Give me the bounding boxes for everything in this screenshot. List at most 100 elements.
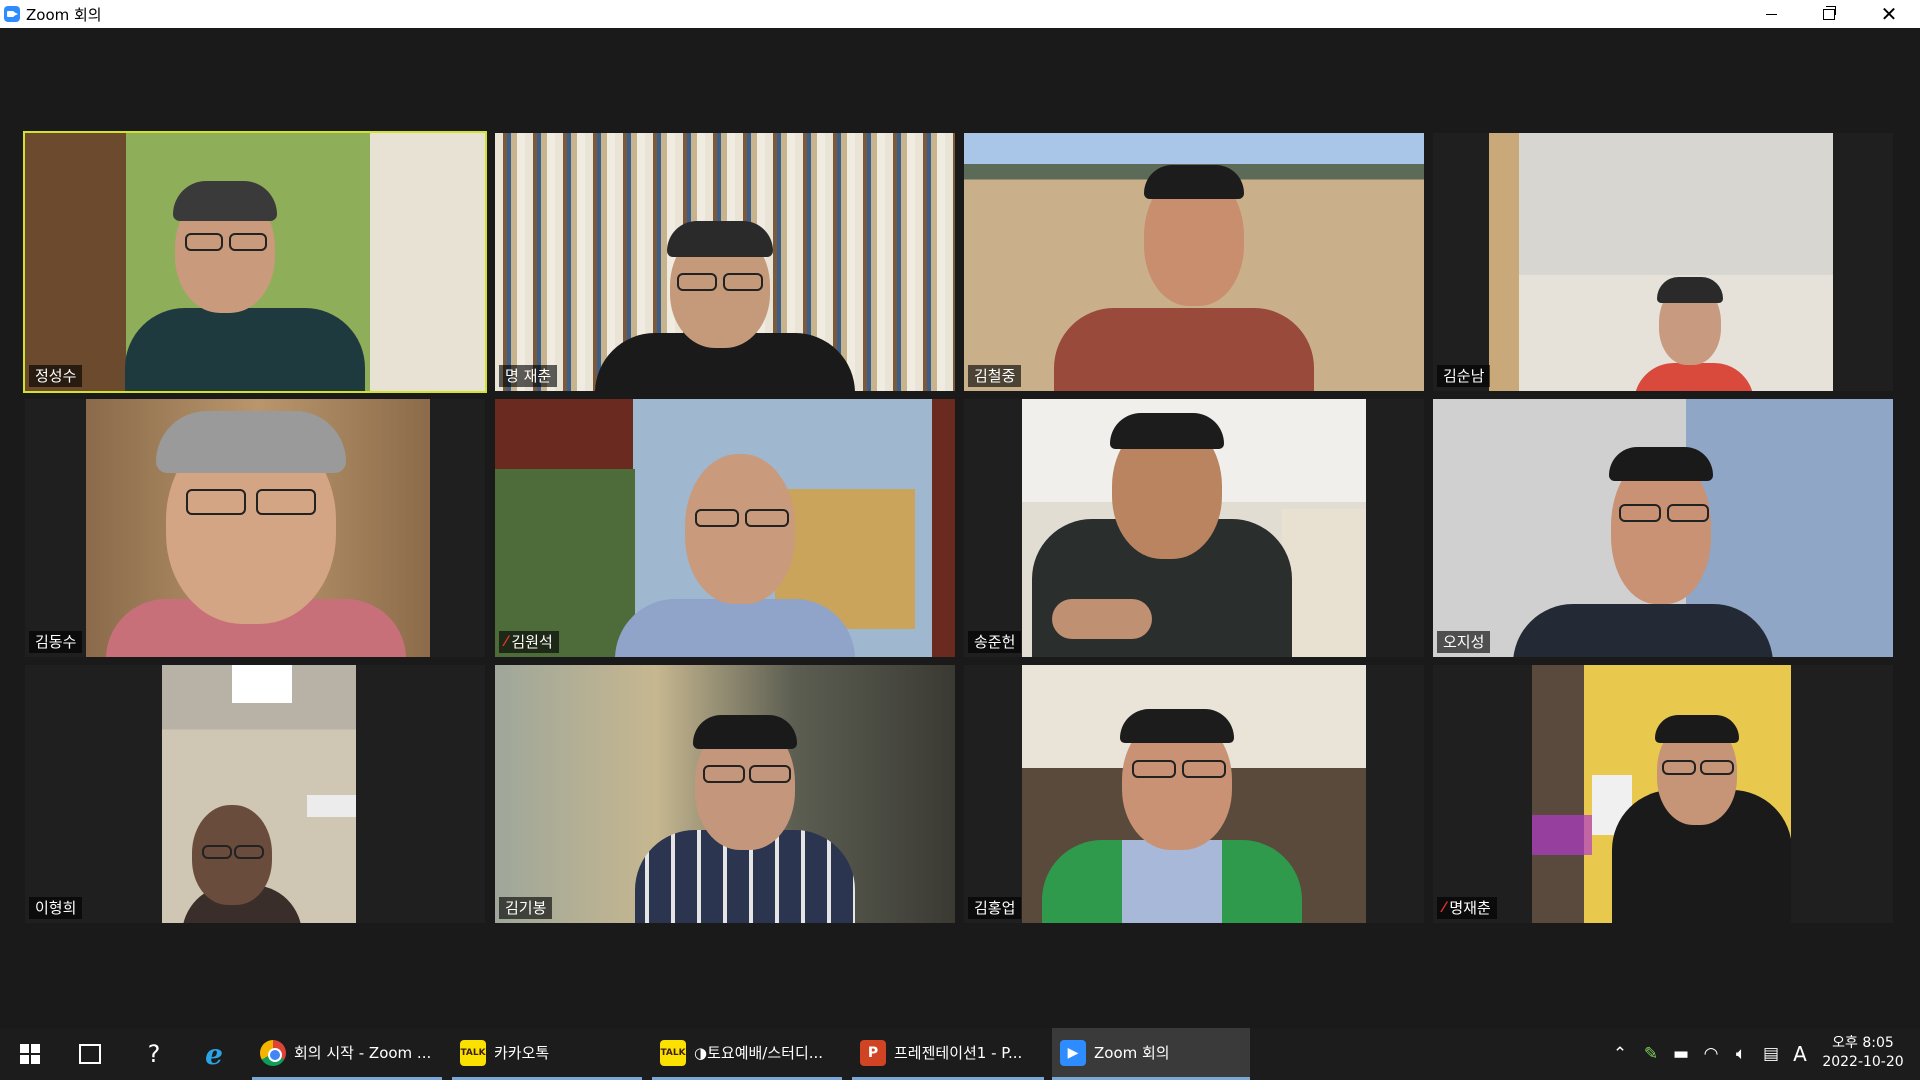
participant-video — [1022, 399, 1366, 657]
participant-name-tag: 김철중 — [968, 365, 1022, 387]
clock-time: 오후 8:05 — [1832, 1035, 1894, 1051]
participant-name: 김원석 — [511, 633, 553, 651]
taskbar-item-kakaotalk[interactable]: TALK 카카오톡 — [452, 1028, 642, 1080]
participant-video — [1022, 665, 1366, 923]
video-tile[interactable]: 김동수 — [25, 399, 485, 657]
participant-video — [162, 665, 356, 923]
participant-name: 김기봉 — [505, 899, 547, 917]
video-tile[interactable]: 오지성 — [1433, 399, 1893, 657]
video-tile[interactable]: 김홍업 — [964, 665, 1424, 923]
windows-logo-icon — [20, 1044, 40, 1064]
participant-video — [86, 399, 430, 657]
taskbar-item-zoom[interactable]: ▶ Zoom 회의 — [1052, 1028, 1250, 1080]
pen-icon: ✎ — [1643, 1044, 1659, 1064]
task-view-button[interactable] — [64, 1028, 116, 1080]
ime-indicator: A — [1793, 1042, 1807, 1066]
participant-name-tag: 김홍업 — [968, 897, 1022, 919]
participant-name: 김홍업 — [974, 899, 1016, 917]
video-tile[interactable]: 김철중 — [964, 133, 1424, 391]
notifications-button[interactable]: ▤ — [1758, 1028, 1784, 1080]
video-tile[interactable]: 송준헌 — [964, 399, 1424, 657]
restore-button[interactable] — [1800, 0, 1858, 28]
minimize-button[interactable] — [1742, 0, 1800, 28]
taskbar-item-label: 프레젠테이션1 - P... — [894, 1044, 1023, 1062]
participant-video — [495, 665, 955, 923]
taskbar-clock[interactable]: 오후 8:05 2022-10-20 — [1818, 1034, 1908, 1072]
participant-name: 김순남 — [1443, 367, 1485, 385]
window-title: Zoom 회의 — [26, 6, 102, 24]
participant-name: 이형희 — [35, 899, 77, 917]
window-title-bar[interactable]: Zoom 회의 ✕ — [0, 0, 1920, 28]
participant-name-tag: 명 재춘 — [499, 365, 558, 387]
close-icon: ✕ — [1880, 2, 1898, 26]
participant-name-tag: 오지성 — [1437, 631, 1491, 653]
zoom-app-icon — [4, 6, 20, 22]
tray-pen-button[interactable]: ✎ — [1638, 1028, 1664, 1080]
restore-icon — [1823, 5, 1836, 20]
video-tile[interactable]: 정성수 — [23, 131, 487, 393]
gallery-view: 정성수 명 재춘 김철중 김순남 김동수 ⁄ 김원석 송준헌 오지성 이형희 김… — [0, 28, 1920, 1028]
volume-button[interactable]: 🔈︎ — [1728, 1028, 1754, 1080]
participant-name: 김철중 — [974, 367, 1016, 385]
clock-date: 2022-10-20 — [1822, 1054, 1904, 1070]
wifi-icon: ◠ — [1703, 1044, 1719, 1064]
participant-name-tag: 정성수 — [29, 365, 83, 387]
kakaotalk-icon: TALK — [460, 1039, 486, 1066]
start-button[interactable] — [4, 1028, 56, 1080]
participant-name: 명재춘 — [1449, 899, 1491, 917]
task-view-icon — [79, 1044, 101, 1064]
participant-name: 정성수 — [35, 367, 77, 385]
notification-icon: ▤ — [1762, 1044, 1780, 1064]
taskbar: ? e 회의 시작 - Zoom ... TALK 카카오톡 TALK ◑토요예… — [0, 1028, 1920, 1080]
participant-name: 김동수 — [35, 633, 77, 651]
zoom-icon: ▶ — [1060, 1039, 1086, 1066]
participant-name: 송준헌 — [974, 633, 1016, 651]
chevron-up-icon: ⌃ — [1612, 1044, 1628, 1064]
battery-icon: ▬ — [1672, 1044, 1690, 1064]
participant-video — [964, 133, 1424, 391]
participant-video — [1433, 399, 1893, 657]
help-button[interactable]: ? — [128, 1028, 180, 1080]
participant-name-tag: 김동수 — [29, 631, 83, 653]
participant-name: 명 재춘 — [505, 367, 552, 385]
taskbar-item-label: Zoom 회의 — [1094, 1044, 1170, 1062]
chrome-icon — [260, 1039, 286, 1066]
video-tile[interactable]: 김기봉 — [495, 665, 955, 923]
participant-video — [495, 133, 955, 391]
internet-explorer-button[interactable]: e — [188, 1028, 240, 1080]
network-button[interactable]: ◠ — [1698, 1028, 1724, 1080]
speaker-icon: 🔈︎ — [1735, 1044, 1747, 1064]
show-hidden-icons-button[interactable]: ⌃ — [1608, 1028, 1632, 1080]
participant-name-tag: 송준헌 — [968, 631, 1022, 653]
participant-name-tag: 김순남 — [1437, 365, 1491, 387]
taskbar-item-kakaotalk-chat[interactable]: TALK ◑토요예배/스터디... — [652, 1028, 842, 1080]
taskbar-item-label: 카카오톡 — [494, 1044, 550, 1062]
close-button[interactable]: ✕ — [1860, 0, 1918, 28]
microphone-muted-icon: ⁄ — [1443, 900, 1446, 916]
video-tile[interactable]: ⁄ 명재춘 — [1433, 665, 1893, 923]
participant-name: 오지성 — [1443, 633, 1485, 651]
help-icon: ? — [147, 1040, 161, 1068]
video-tile[interactable]: 김순남 — [1433, 133, 1893, 391]
participant-video — [495, 399, 955, 657]
minimize-icon — [1765, 13, 1777, 15]
taskbar-item-powerpoint[interactable]: P 프레젠테이션1 - P... — [852, 1028, 1044, 1080]
participant-video — [1532, 665, 1791, 923]
participant-name-tag: ⁄ 김원석 — [499, 631, 559, 653]
participant-name-tag: ⁄ 명재춘 — [1437, 897, 1497, 919]
participant-name-tag: 김기봉 — [499, 897, 553, 919]
internet-explorer-icon: e — [205, 1037, 223, 1071]
video-tile[interactable]: 명 재춘 — [495, 133, 955, 391]
input-method-button[interactable]: A — [1788, 1028, 1812, 1080]
participant-video — [1489, 133, 1833, 391]
powerpoint-icon: P — [860, 1039, 886, 1066]
participant-video — [25, 133, 485, 391]
taskbar-item-label: ◑토요예배/스터디... — [694, 1044, 824, 1062]
battery-button[interactable]: ▬ — [1668, 1028, 1694, 1080]
taskbar-item-label: 회의 시작 - Zoom ... — [294, 1044, 432, 1062]
taskbar-item-chrome[interactable]: 회의 시작 - Zoom ... — [252, 1028, 442, 1080]
microphone-muted-icon: ⁄ — [505, 634, 508, 650]
video-tile[interactable]: 이형희 — [25, 665, 485, 923]
video-tile[interactable]: ⁄ 김원석 — [495, 399, 955, 657]
participant-name-tag: 이형희 — [29, 897, 83, 919]
